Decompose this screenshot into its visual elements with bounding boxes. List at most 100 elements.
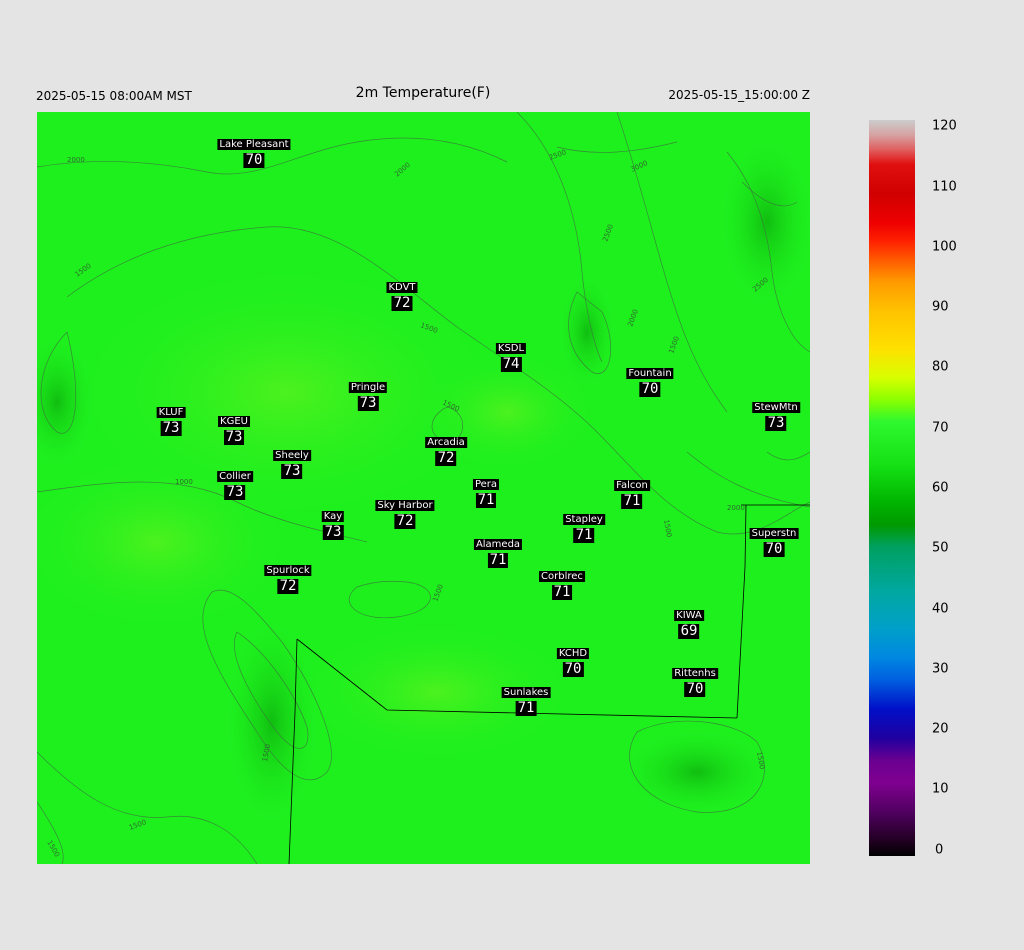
- station-temp: 70: [639, 381, 661, 397]
- station-name: Alameda: [473, 539, 523, 550]
- contour-label: 1500: [74, 262, 93, 279]
- station-pera: Pera 71: [472, 479, 500, 508]
- colorbar-tick: 80: [932, 359, 949, 375]
- station-corblrec: Corblrec 71: [539, 571, 585, 600]
- colorbar-tick: 90: [932, 299, 949, 315]
- station-name: Sunlakes: [501, 687, 551, 698]
- cool-area: [557, 272, 617, 392]
- station-name: Lake Pleasant: [217, 139, 291, 150]
- station-fountain: Fountain 70: [626, 368, 674, 397]
- station-name: Arcadia: [425, 437, 467, 448]
- station-temp: 69: [678, 623, 700, 639]
- contour-label: 2000: [67, 156, 85, 164]
- station-kdvt: KDVT 72: [386, 282, 418, 311]
- station-temp: 71: [515, 700, 537, 716]
- station-kgeu: KGEU 73: [218, 416, 250, 445]
- station-temp: 74: [500, 356, 522, 372]
- station-temp: 73: [160, 420, 182, 436]
- station-temp: 70: [684, 681, 706, 697]
- station-temp: 73: [223, 429, 245, 445]
- station-temp: 71: [475, 492, 497, 508]
- station-name: Rittenhs: [672, 668, 718, 679]
- station-name: Collier: [217, 471, 253, 482]
- colorbar-tick: 100: [932, 239, 957, 255]
- station-name: Stapley: [563, 514, 605, 525]
- colorbar-tick: 10: [932, 781, 949, 797]
- station-name: KCHD: [556, 648, 590, 659]
- contour-line: [766, 451, 810, 461]
- station-temp: 72: [435, 450, 457, 466]
- station-name: KIWA: [674, 610, 704, 621]
- station-kluf: KLUF 73: [156, 407, 186, 436]
- contour-label: 1500: [128, 818, 147, 832]
- station-temp: 73: [765, 415, 787, 431]
- colorbar-tick: 0: [935, 842, 944, 858]
- station-name: KLUF: [156, 407, 186, 418]
- colorbar-tick: 50: [932, 540, 949, 556]
- station-kay: Kay 73: [321, 511, 345, 540]
- cool-area: [222, 612, 322, 832]
- station-collier: Collier 73: [217, 471, 253, 500]
- station-temp: 70: [562, 661, 584, 677]
- colorbar-tick: 70: [932, 420, 949, 436]
- contour-label: 2000: [727, 504, 745, 512]
- station-name: Falcon: [614, 480, 650, 491]
- contour-line: [37, 751, 258, 864]
- station-superstn: Superstn 70: [749, 528, 799, 557]
- station-name: KSDL: [495, 343, 527, 354]
- station-alameda: Alameda 71: [473, 539, 523, 568]
- utc-time-label: 2025-05-15_15:00:00 Z: [668, 88, 810, 102]
- station-temp: 72: [277, 578, 299, 594]
- station-spurlock: Spurlock 72: [264, 565, 312, 594]
- station-name: Superstn: [749, 528, 799, 539]
- station-arcadia: Arcadia 72: [425, 437, 467, 466]
- station-name: Sky Harbor: [375, 500, 435, 511]
- colorbar-tick: 30: [932, 661, 949, 677]
- contour-label: 2000: [393, 161, 412, 179]
- contour-label: 2500: [601, 223, 615, 242]
- station-ksdl: KSDL 74: [495, 343, 527, 372]
- contour-label: 2000: [626, 308, 640, 327]
- station-kchd: KCHD 70: [556, 648, 590, 677]
- station-pringle: Pringle 73: [348, 382, 388, 411]
- contour-label: 1500: [667, 335, 681, 354]
- station-sunlakes: Sunlakes 71: [501, 687, 551, 716]
- station-name: Sheely: [273, 450, 311, 461]
- station-name: KDVT: [386, 282, 418, 293]
- temperature-colorbar: [869, 120, 915, 856]
- station-temp: 73: [322, 524, 344, 540]
- station-temp: 73: [224, 484, 246, 500]
- contour-label: 2500: [548, 148, 567, 162]
- map-background: 2000 1500 1500 1500 1000 2000 2500 3000 …: [37, 112, 810, 864]
- contour-label: 1500: [662, 519, 673, 538]
- station-temp: 71: [621, 493, 643, 509]
- colorbar-tick: 40: [932, 601, 949, 617]
- station-falcon: Falcon 71: [614, 480, 650, 509]
- contour-label: 1500: [431, 583, 445, 602]
- colorbar-tick: 120: [932, 118, 957, 134]
- station-lake-pleasant: Lake Pleasant 70: [217, 139, 291, 168]
- contour-line: [616, 112, 728, 413]
- station-name: StewMtn: [752, 402, 800, 413]
- station-stewmtn: StewMtn 73: [752, 402, 800, 431]
- station-name: Kay: [321, 511, 345, 522]
- station-temp: 70: [243, 152, 265, 168]
- colorbar-tick: 20: [932, 721, 949, 737]
- contour-label: 1500: [45, 839, 61, 858]
- station-temp: 72: [394, 513, 416, 529]
- station-name: Corblrec: [539, 571, 585, 582]
- station-name: Spurlock: [264, 565, 312, 576]
- station-kiwa: KIWA 69: [674, 610, 704, 639]
- contour-line: [556, 141, 678, 153]
- station-temp: 73: [281, 463, 303, 479]
- colorbar-tick: 110: [932, 179, 957, 195]
- station-temp: 73: [357, 395, 379, 411]
- station-stapley: Stapley 71: [563, 514, 605, 543]
- temperature-map: 2000 1500 1500 1500 1000 2000 2500 3000 …: [37, 112, 810, 864]
- station-name: KGEU: [218, 416, 250, 427]
- station-name: Fountain: [626, 368, 674, 379]
- station-name: Pera: [472, 479, 500, 490]
- cool-area: [617, 727, 777, 817]
- contour-line: [348, 580, 431, 619]
- colorbar-tick: 60: [932, 480, 949, 496]
